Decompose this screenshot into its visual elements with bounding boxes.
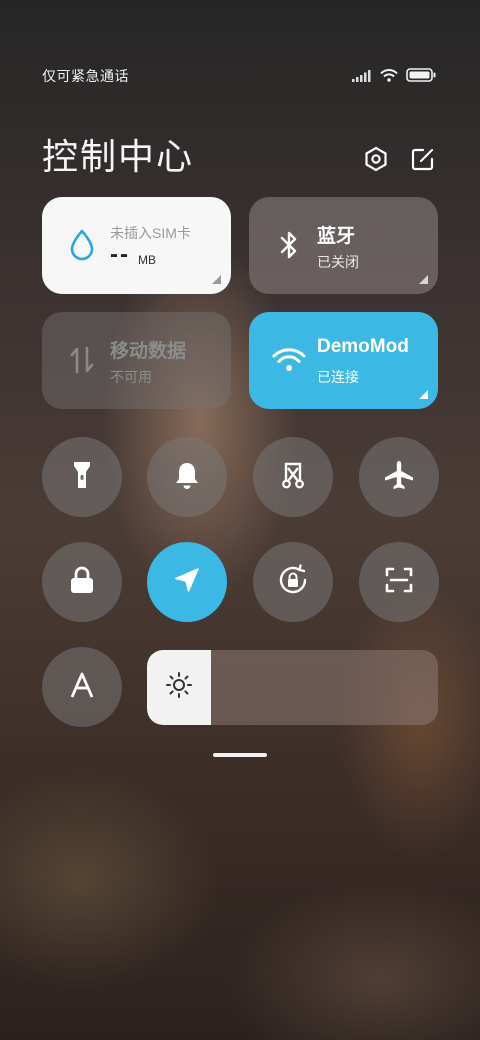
bluetooth-icon [271,227,307,263]
wifi-icon [380,68,398,87]
battery-icon [406,68,436,87]
bell-icon [173,460,201,495]
location-arrow-icon [173,566,201,599]
toggle-airplane[interactable] [359,437,439,517]
rotation-lock-icon [276,563,310,602]
wifi-label: DemoMod [317,336,409,357]
droplet-icon [64,227,100,263]
status-carrier-text: 仅可紧急通话 [42,68,129,84]
mobile-data-label: 移动数据 [110,341,187,362]
toggle-lock-screen[interactable] [42,542,122,622]
brightness-fill [147,650,212,725]
page-title: 控制中心 [42,136,195,177]
data-value: -- [110,241,130,268]
data-unit: MB [138,253,156,267]
tile-mobile-data[interactable]: 移动数据 不可用 [42,312,231,409]
toggle-location[interactable] [147,542,227,622]
mobile-data-arrows-icon [64,342,100,378]
toggle-screenshot[interactable] [253,437,333,517]
flashlight-icon [72,460,92,495]
tile-wifi[interactable]: DemoMod 已连接 [249,312,438,409]
data-subtitle: 未插入SIM卡 [110,225,191,241]
toggle-rotation-lock[interactable] [253,542,333,622]
tile-data-usage[interactable]: 未插入SIM卡 -- MB [42,197,231,294]
bluetooth-label: 蓝牙 [317,226,356,247]
wifi-icon [271,342,307,378]
airplane-icon [383,459,415,496]
mobile-data-status: 不可用 [110,369,152,385]
signal-icon [352,69,372,87]
bluetooth-status: 已关闭 [317,254,359,270]
sun-icon [165,671,193,704]
font-a-icon [69,671,95,704]
toggle-flashlight[interactable] [42,437,122,517]
home-indicator[interactable] [213,753,267,757]
toggle-silent[interactable] [147,437,227,517]
expand-corner-icon [419,390,428,399]
toggle-scan[interactable] [359,542,439,622]
brightness-slider[interactable] [147,650,438,725]
scan-icon [384,565,414,600]
scissors-screenshot-icon [278,460,308,495]
edit-icon[interactable] [409,145,437,173]
status-icons [352,68,436,87]
tile-bluetooth[interactable]: 蓝牙 已关闭 [249,197,438,294]
wifi-status: 已连接 [317,369,359,385]
lock-icon [69,565,95,600]
toggle-font-size[interactable] [42,647,122,727]
expand-corner-icon [419,275,428,284]
settings-hex-icon[interactable] [362,145,390,173]
expand-corner-icon [212,275,221,284]
